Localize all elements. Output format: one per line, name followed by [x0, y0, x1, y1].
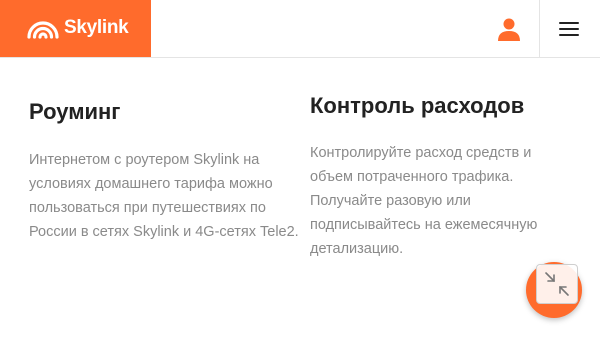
user-icon	[498, 18, 520, 41]
feature-title: Роуминг	[29, 99, 121, 124]
feature-title: Контроль расходов	[310, 93, 525, 118]
feature-description: Интернетом с роутером Skylink на условия…	[29, 152, 299, 240]
header-divider	[539, 0, 540, 57]
logo-text: Skylink	[64, 17, 129, 38]
collapse-arrows-icon	[545, 272, 569, 296]
site-header: Skylink	[0, 0, 600, 58]
floating-action-button[interactable]	[526, 262, 582, 318]
logo[interactable]: Skylink	[0, 0, 151, 57]
feature-expense-control: Контроль расходов Контролируйте расход с…	[310, 92, 570, 261]
feature-description: Контролируйте расход средств и объем пот…	[310, 145, 538, 257]
hamburger-menu-icon	[559, 22, 579, 25]
user-account-button[interactable]	[493, 14, 525, 44]
feature-roaming: Роуминг Интернетом с роутером Skylink на…	[29, 92, 314, 244]
collapse-button[interactable]	[536, 264, 578, 304]
menu-button[interactable]	[555, 16, 585, 42]
signal-waves-icon	[27, 21, 59, 39]
